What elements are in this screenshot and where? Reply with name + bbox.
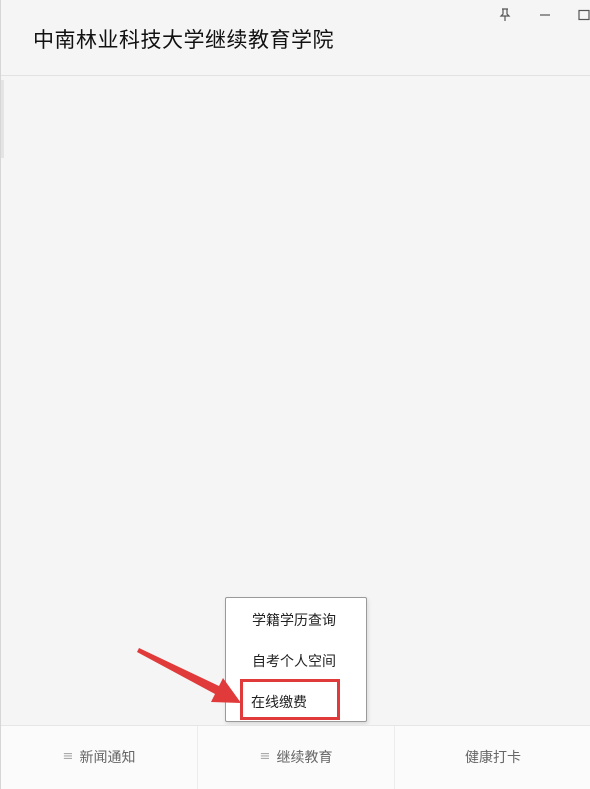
app-window: 中南林业科技大学继续教育学院 学籍学历查询 自考个人空间 在线缴费 ≡ 新闻通知…: [0, 0, 590, 789]
side-scroll-indicator: [1, 80, 4, 158]
online-payment-highlight-box: [240, 679, 340, 720]
maximize-icon[interactable]: [577, 4, 590, 26]
menu-item-self-exam-space[interactable]: 自考个人空间: [226, 645, 366, 679]
tab-news[interactable]: ≡ 新闻通知: [1, 726, 198, 789]
title-bar: 中南林业科技大学继续教育学院: [1, 0, 590, 76]
minimize-icon[interactable]: [535, 4, 555, 26]
tab-continuing-education-label: 继续教育: [276, 749, 333, 766]
tab-health-checkin-label: 健康打卡: [465, 749, 521, 766]
tab-health-checkin[interactable]: 健康打卡: [395, 726, 590, 789]
tab-continuing-education[interactable]: ≡ 继续教育: [198, 726, 395, 789]
menu-icon: ≡: [259, 749, 271, 764]
bottom-tab-bar: ≡ 新闻通知 ≡ 继续教育 健康打卡: [1, 725, 590, 789]
pin-icon[interactable]: [495, 4, 515, 26]
tab-news-label: 新闻通知: [79, 749, 136, 766]
menu-icon: ≡: [62, 749, 74, 764]
app-title: 中南林业科技大学继续教育学院: [33, 28, 334, 52]
red-arrow-icon: [137, 648, 241, 703]
menu-item-student-record-query[interactable]: 学籍学历查询: [226, 604, 366, 638]
